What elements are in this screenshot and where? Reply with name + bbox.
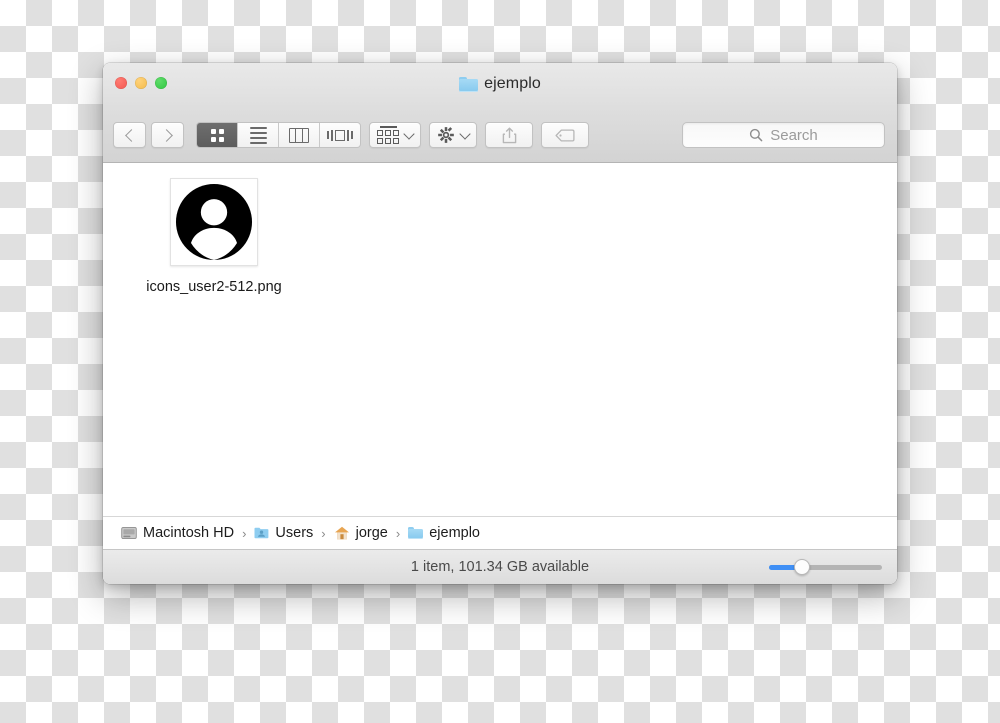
home-icon bbox=[334, 526, 349, 540]
users-folder-icon bbox=[254, 527, 269, 539]
window-title: ejemplo bbox=[103, 75, 897, 93]
breadcrumb-macintosh-hd[interactable]: Macintosh HD bbox=[121, 525, 234, 541]
view-mode-segmented-control bbox=[196, 122, 361, 148]
tag-button[interactable] bbox=[541, 122, 589, 148]
search-placeholder: Search bbox=[770, 126, 818, 144]
action-button[interactable] bbox=[429, 122, 477, 148]
breadcrumb-label: jorge bbox=[355, 525, 388, 541]
columns-icon bbox=[289, 127, 309, 143]
traffic-lights bbox=[115, 77, 167, 89]
window-title-text: ejemplo bbox=[484, 75, 541, 92]
share-icon bbox=[502, 127, 516, 143]
search-input[interactable]: Search bbox=[682, 122, 885, 148]
icon-view-button[interactable] bbox=[197, 123, 238, 147]
hard-disk-icon bbox=[121, 526, 137, 540]
list-view-button[interactable] bbox=[238, 123, 279, 147]
coverflow-view-button[interactable] bbox=[320, 123, 360, 147]
slider-knob[interactable] bbox=[793, 559, 810, 575]
navigation-buttons bbox=[113, 122, 184, 148]
maximize-button[interactable] bbox=[155, 77, 167, 89]
file-thumbnail bbox=[170, 178, 258, 266]
icon-size-slider[interactable] bbox=[769, 559, 882, 575]
user-avatar-icon bbox=[175, 183, 253, 261]
gear-icon bbox=[438, 127, 454, 143]
breadcrumb-label: Macintosh HD bbox=[143, 525, 235, 541]
folder-icon bbox=[408, 527, 424, 539]
file-browser-content[interactable]: icons_user2-512.png bbox=[103, 163, 897, 516]
breadcrumb-users[interactable]: Users bbox=[254, 525, 313, 541]
list-icon bbox=[249, 126, 267, 144]
breadcrumb-separator: › bbox=[321, 525, 326, 541]
window-titlebar: ejemplo bbox=[103, 63, 897, 108]
chevron-down-icon bbox=[459, 127, 471, 140]
finder-toolbar: Search bbox=[103, 108, 897, 163]
breadcrumb-jorge[interactable]: jorge bbox=[334, 525, 388, 541]
arrange-grid-icon bbox=[377, 126, 399, 144]
file-name-label: icons_user2-512.png bbox=[146, 279, 282, 295]
grid-icon bbox=[210, 128, 224, 142]
tag-icon bbox=[555, 128, 575, 142]
breadcrumb-separator: › bbox=[395, 525, 401, 541]
share-button[interactable] bbox=[485, 122, 533, 148]
breadcrumb-separator: › bbox=[242, 525, 247, 541]
status-bar: 1 item, 101.34 GB available bbox=[103, 549, 897, 584]
folder-icon bbox=[459, 76, 479, 92]
finder-window: ejemplo Search icons_user2-512.png Macin… bbox=[103, 63, 897, 584]
path-bar: Macintosh HD › Users › jorge › ejemplo bbox=[103, 516, 897, 549]
breadcrumb-label: Users bbox=[275, 525, 314, 541]
back-button[interactable] bbox=[113, 122, 146, 148]
arrange-button[interactable] bbox=[369, 122, 421, 148]
minimize-button[interactable] bbox=[135, 77, 147, 89]
forward-button[interactable] bbox=[151, 122, 184, 148]
chevron-down-icon bbox=[403, 127, 415, 140]
search-icon bbox=[750, 128, 763, 142]
breadcrumb-ejemplo[interactable]: ejemplo bbox=[408, 525, 480, 541]
status-text: 1 item, 101.34 GB available bbox=[410, 559, 590, 575]
coverflow-icon bbox=[327, 129, 353, 141]
close-button[interactable] bbox=[115, 77, 127, 89]
chevron-right-icon bbox=[159, 128, 173, 142]
file-item[interactable]: icons_user2-512.png bbox=[139, 178, 289, 300]
column-view-button[interactable] bbox=[279, 123, 320, 147]
chevron-left-icon bbox=[124, 128, 138, 142]
breadcrumb-label: ejemplo bbox=[429, 525, 480, 541]
